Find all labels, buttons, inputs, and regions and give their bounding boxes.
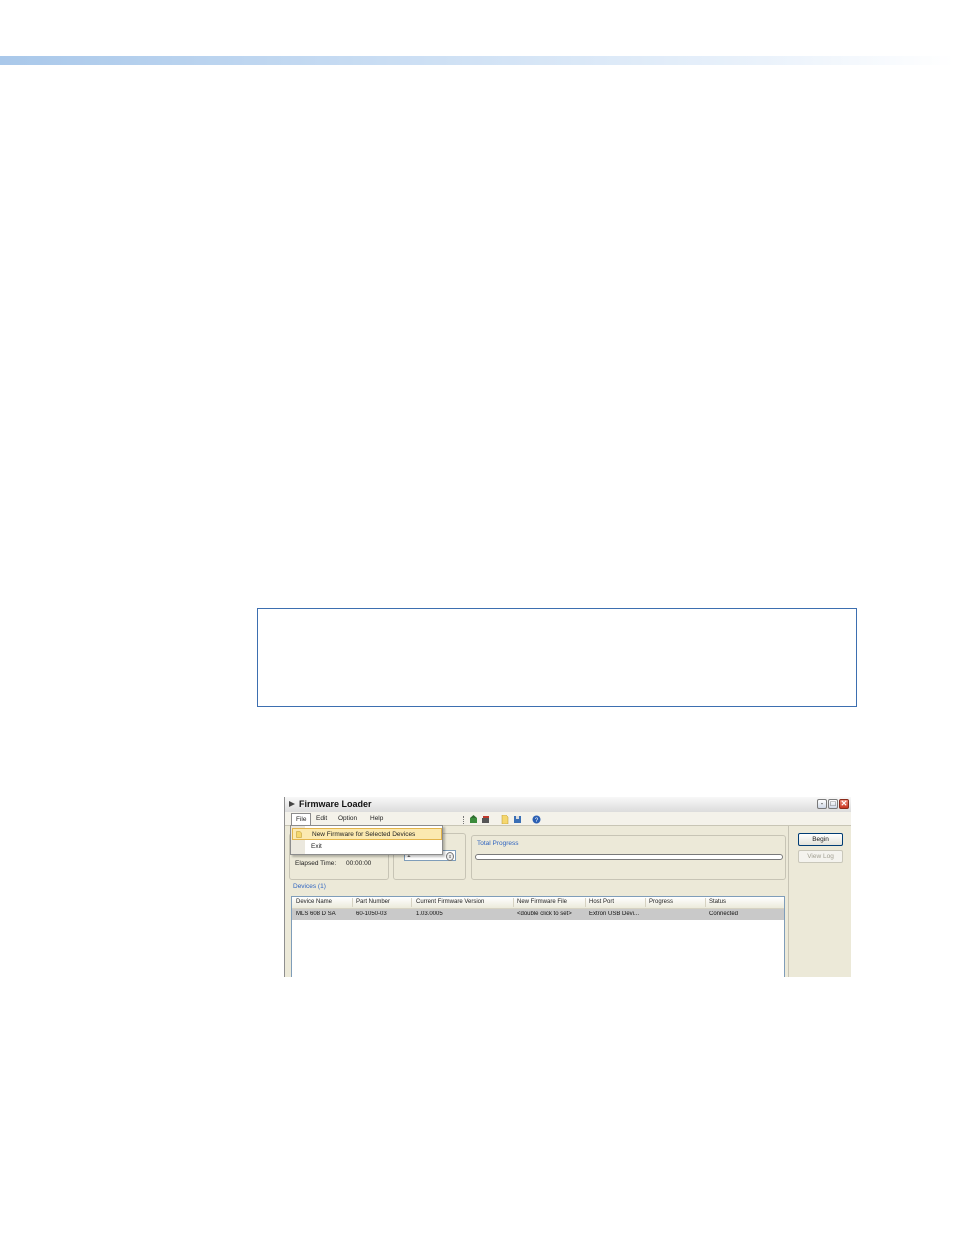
devices-table[interactable]: Device Name Part Number Current Firmware…: [291, 896, 785, 977]
minimize-button[interactable]: -: [817, 799, 827, 809]
col-host-port[interactable]: Host Port: [589, 899, 614, 905]
col-divider[interactable]: [645, 898, 646, 907]
col-part-number[interactable]: Part Number: [356, 899, 390, 905]
close-button[interactable]: ✕: [839, 799, 849, 809]
col-status[interactable]: Status: [709, 899, 726, 905]
cell-device-name: MLS 608 D SA: [296, 911, 336, 917]
menu-item-label: New Firmware for Selected Devices: [312, 831, 416, 838]
elapsed-time-label: Elapsed Time:: [295, 860, 337, 867]
col-divider[interactable]: [513, 898, 514, 907]
cell-status: Connected: [709, 911, 739, 917]
table-row[interactable]: MLS 608 D SA 60-1050-03 1.03.0005 <doubl…: [292, 909, 784, 920]
menu-edit[interactable]: Edit: [316, 815, 327, 822]
save-icon[interactable]: [513, 815, 522, 824]
menu-file[interactable]: File: [291, 813, 312, 825]
devices-group-label: Devices (1): [293, 883, 326, 890]
title-bar[interactable]: Firmware Loader - □ ✕: [285, 797, 851, 812]
devices-group-border: [788, 826, 789, 977]
add-device-icon[interactable]: [469, 815, 478, 824]
col-current-firmware[interactable]: Current Firmware Version: [416, 899, 484, 905]
cell-new-firmware-file[interactable]: <double click to set>: [517, 911, 584, 917]
menu-option[interactable]: Option: [338, 815, 357, 822]
maximize-button[interactable]: □: [828, 799, 838, 809]
remove-device-icon[interactable]: [481, 815, 490, 824]
app-icon: [289, 801, 295, 807]
col-device-name[interactable]: Device Name: [296, 899, 332, 905]
col-new-firmware-file[interactable]: New Firmware File: [517, 899, 567, 905]
menu-bar: File Edit Option Help ?: [285, 812, 851, 826]
menu-item-exit[interactable]: Exit: [292, 841, 442, 853]
col-progress[interactable]: Progress: [649, 899, 673, 905]
cell-part-number: 60-1050-03: [356, 911, 387, 917]
menu-item-new-firmware[interactable]: New Firmware for Selected Devices: [292, 828, 442, 840]
spinner-arrows-icon[interactable]: ⇕: [446, 852, 454, 861]
note-box: [257, 608, 857, 707]
file-menu-dropdown: New Firmware for Selected Devices Exit: [290, 825, 443, 855]
total-progress-label: Total Progress: [475, 840, 521, 847]
begin-button[interactable]: Begin: [798, 833, 843, 846]
table-header: Device Name Part Number Current Firmware…: [292, 897, 784, 909]
cell-current-firmware: 1.03.0005: [416, 911, 443, 917]
col-divider[interactable]: [411, 898, 412, 907]
help-icon[interactable]: ?: [532, 815, 541, 824]
header-accent-bar: [0, 56, 954, 65]
new-file-icon: [296, 831, 302, 838]
elapsed-time-value: 00:00:00: [346, 860, 372, 867]
cell-host-port: Extron USB Devi...: [589, 911, 640, 917]
menu-help[interactable]: Help: [370, 815, 383, 822]
menu-item-label: Exit: [311, 843, 322, 850]
window-title: Firmware Loader: [299, 799, 372, 809]
view-log-button[interactable]: View Log: [798, 850, 843, 863]
col-divider[interactable]: [705, 898, 706, 907]
col-divider[interactable]: [352, 898, 353, 907]
new-file-icon[interactable]: [500, 815, 509, 824]
toolbar-grip[interactable]: [463, 816, 466, 824]
firmware-loader-window: Firmware Loader - □ ✕ File Edit Option H…: [284, 797, 851, 977]
col-divider[interactable]: [585, 898, 586, 907]
total-progress-bar: [475, 854, 783, 860]
